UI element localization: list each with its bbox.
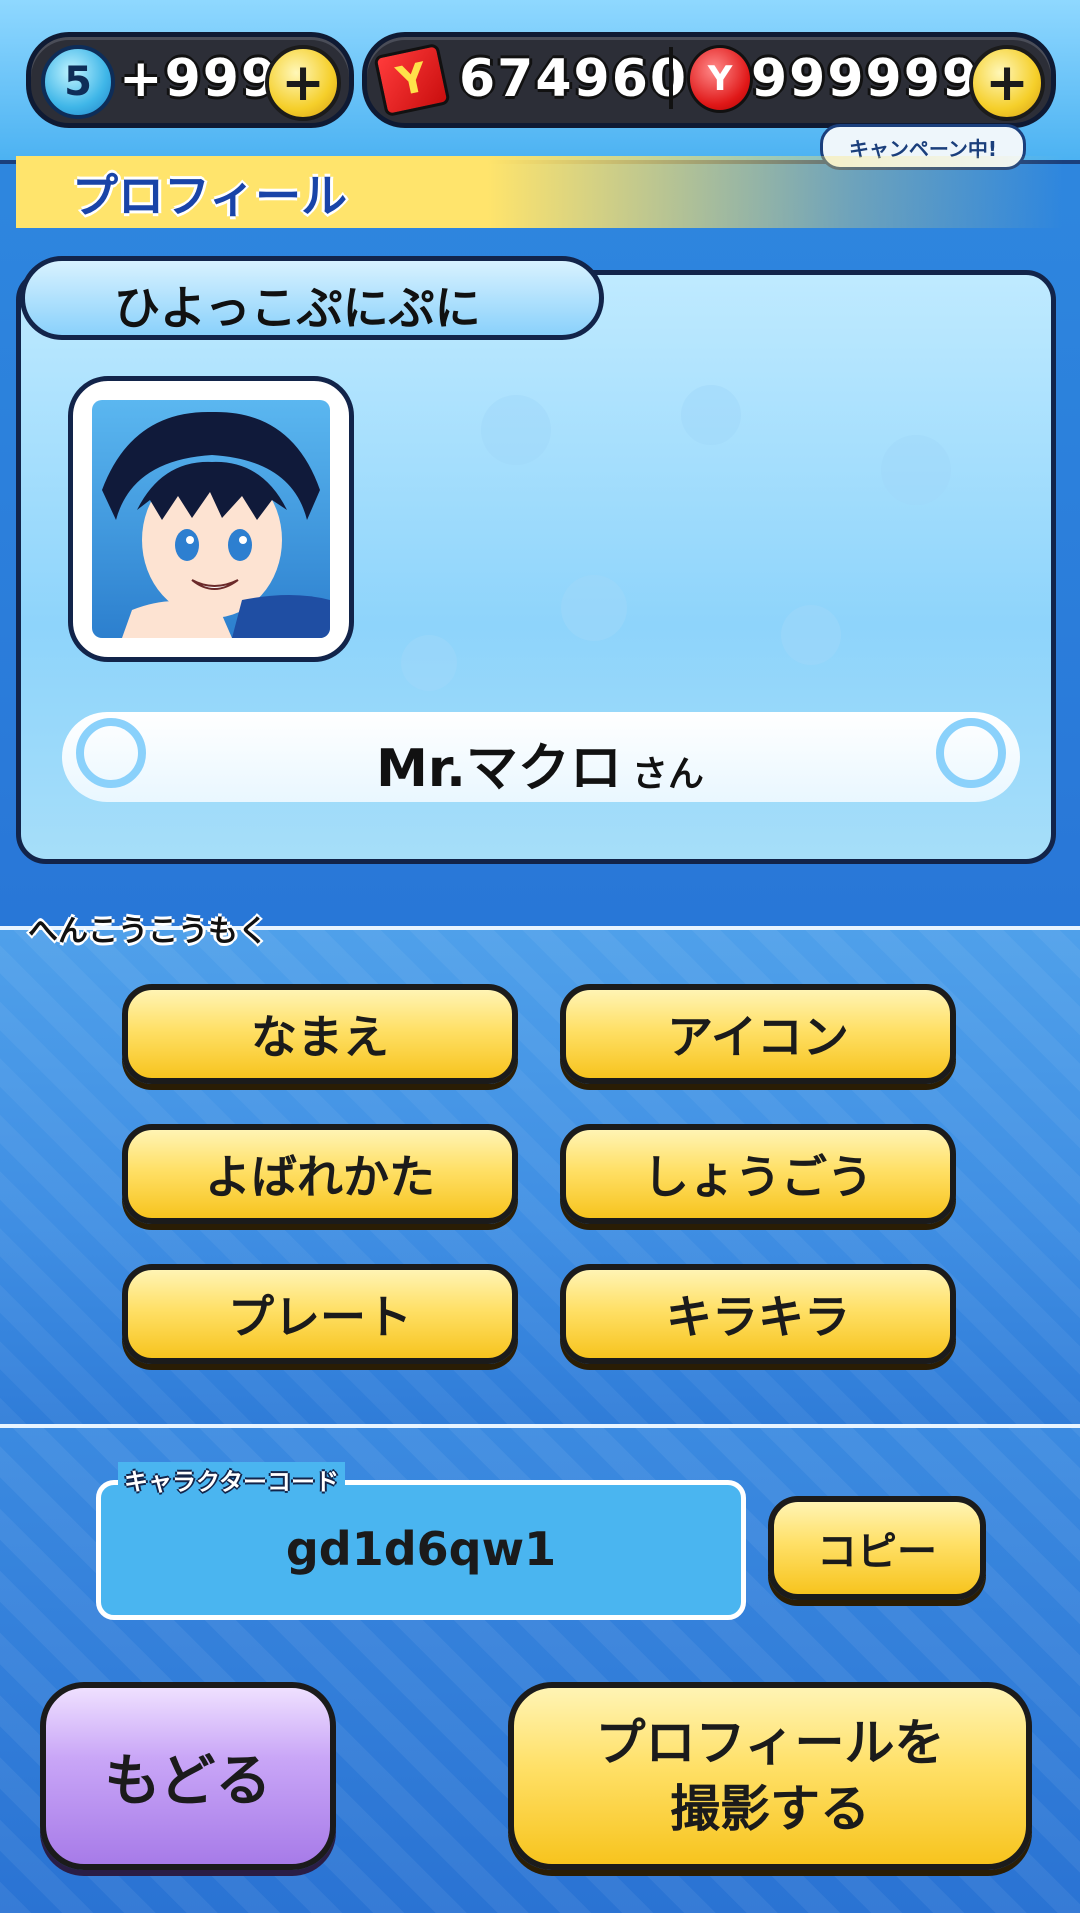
player-name: Mr.マクロ (376, 739, 622, 799)
stamina-icon: 5 (41, 45, 115, 119)
stamina-pill: 5 +999 + (26, 32, 354, 128)
bg-bubble (481, 395, 551, 465)
coin-icon: Y (687, 45, 753, 113)
copy-code-button[interactable]: コピー (768, 1496, 986, 1600)
back-button[interactable]: もどる (40, 1682, 336, 1870)
stamina-level: 5 (64, 59, 92, 105)
section-divider (0, 1424, 1080, 1428)
avatar-illustration (102, 411, 330, 638)
add-stamina-button[interactable]: + (265, 45, 341, 121)
name-suffix: さん (631, 754, 704, 795)
page-title: プロフィール (72, 169, 348, 223)
edit-nickname-button[interactable]: よばれかた (122, 1124, 518, 1224)
bg-bubble (561, 575, 627, 641)
edit-plate-button[interactable]: プレート (122, 1264, 518, 1364)
ticket-count: 674960 (459, 49, 689, 109)
edit-title-button[interactable]: しょうごう (560, 1124, 956, 1224)
bg-bubble (681, 385, 741, 445)
add-coins-button[interactable]: + (969, 45, 1045, 121)
edit-icon-button[interactable]: アイコン (560, 984, 956, 1084)
player-name-row: Mr.マクロ さん (0, 726, 1080, 801)
currency-pill: Y 674960 Y 9999999 + (362, 32, 1056, 128)
character-code-label: キャラクターコード (118, 1462, 346, 1498)
edit-name-button[interactable]: なまえ (122, 984, 518, 1084)
photo-button-line2: 撮影する (670, 1780, 870, 1838)
bg-bubble (401, 635, 457, 691)
ticket-icon: Y (373, 42, 451, 118)
edit-section-label: へんこうこうもく (28, 914, 268, 949)
bg-bubble (781, 605, 841, 665)
avatar (92, 400, 330, 638)
stamina-value: +999 (119, 49, 280, 109)
take-profile-photo-button[interactable]: プロフィールを 撮影する (508, 1682, 1032, 1870)
character-code-value: gd1d6qw1 (285, 1522, 557, 1576)
photo-button-line1: プロフィールを (595, 1714, 945, 1772)
profile-title-text: ひよっこぷにぷに (114, 281, 481, 335)
divider (669, 47, 673, 109)
edit-sparkle-button[interactable]: キラキラ (560, 1264, 956, 1364)
bg-bubble (881, 435, 951, 505)
